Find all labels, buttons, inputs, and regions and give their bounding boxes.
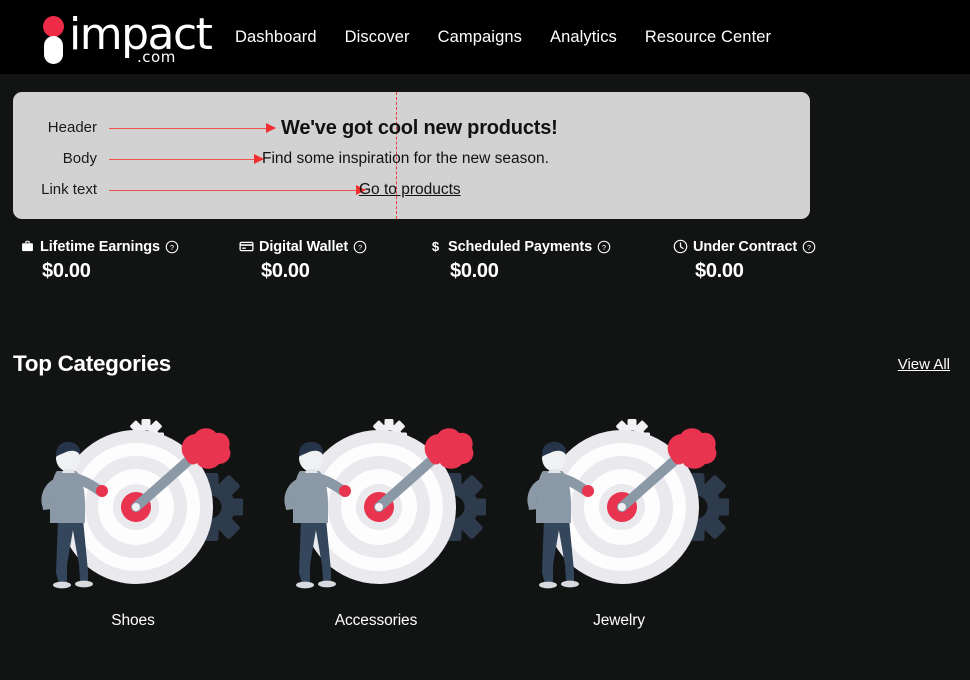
annotation-arrow-body <box>109 158 263 160</box>
target-dart-illustration <box>266 415 486 600</box>
category-card-shoes[interactable]: Shoes <box>23 415 243 645</box>
svg-text:?: ? <box>170 242 174 251</box>
top-categories-grid: Shoes <box>0 415 970 645</box>
category-card-accessories[interactable]: Accessories <box>266 415 486 645</box>
nav-item-dashboard[interactable]: Dashboard <box>235 28 317 47</box>
stat-value-digital-wallet: $0.00 <box>261 260 367 283</box>
help-circle-icon[interactable]: ? <box>802 240 816 254</box>
dollar-sign-icon: $ <box>428 239 443 254</box>
annotation-arrow-link <box>109 189 365 191</box>
nav-item-resource-center[interactable]: Resource Center <box>645 28 771 47</box>
svg-text:?: ? <box>602 242 606 251</box>
svg-text:?: ? <box>807 242 811 251</box>
category-card-jewelry[interactable]: Jewelry <box>509 415 729 645</box>
category-label-shoes: Shoes <box>23 612 243 630</box>
annotation-arrow-header <box>109 127 275 129</box>
impact-logo[interactable]: impact .com <box>22 9 197 65</box>
stat-card-lifetime-earnings: Lifetime Earnings ? $0.00 <box>20 236 179 282</box>
logo-domain-suffix: .com <box>137 49 176 65</box>
stat-card-under-contract: Under Contract ? $0.00 <box>673 236 816 282</box>
stat-value-under-contract: $0.00 <box>695 260 816 283</box>
nav-item-analytics[interactable]: Analytics <box>550 28 617 47</box>
promo-header-text: We've got cool new products! <box>281 116 558 140</box>
nav-item-campaigns[interactable]: Campaigns <box>438 28 522 47</box>
promo-annotation-panel: Header We've got cool new products! Body… <box>13 92 810 219</box>
target-dart-illustration <box>23 415 243 600</box>
stat-value-lifetime-earnings: $0.00 <box>42 260 179 283</box>
stat-name-lifetime-earnings: Lifetime Earnings <box>40 239 160 255</box>
top-categories-header: Top Categories View All <box>13 348 957 380</box>
help-circle-icon[interactable]: ? <box>597 240 611 254</box>
annotation-row-link: Link text Go to products <box>13 178 810 202</box>
annotation-label-link-text: Link text <box>13 178 97 202</box>
annotation-label-body: Body <box>13 147 97 171</box>
help-circle-icon[interactable]: ? <box>165 240 179 254</box>
logo-stem-icon <box>44 36 63 64</box>
annotation-label-header: Header <box>13 116 97 140</box>
svg-text:?: ? <box>358 242 362 251</box>
category-label-jewelry: Jewelry <box>509 612 729 630</box>
nav-item-discover[interactable]: Discover <box>345 28 410 47</box>
clock-icon <box>673 239 688 254</box>
annotation-row-header: Header We've got cool new products! <box>13 116 810 140</box>
logo-dot-icon <box>43 16 64 37</box>
target-dart-illustration <box>509 415 729 600</box>
stat-name-scheduled-payments: Scheduled Payments <box>448 239 592 255</box>
page-title: Top Categories <box>13 351 171 377</box>
promo-body-text: Find some inspiration for the new season… <box>262 147 549 171</box>
help-circle-icon[interactable]: ? <box>353 240 367 254</box>
main-navigation: Dashboard Discover Campaigns Analytics R… <box>235 28 771 47</box>
briefcase-icon <box>20 239 35 254</box>
credit-card-icon <box>239 239 254 254</box>
stat-card-scheduled-payments: $ Scheduled Payments ? $0.00 <box>428 236 611 282</box>
svg-text:$: $ <box>432 239 440 254</box>
stat-value-scheduled-payments: $0.00 <box>450 260 611 283</box>
stats-row: Lifetime Earnings ? $0.00 Digital Wallet… <box>14 236 954 282</box>
annotation-row-body: Body Find some inspiration for the new s… <box>13 147 810 171</box>
stat-card-digital-wallet: Digital Wallet ? $0.00 <box>239 236 367 282</box>
category-label-accessories: Accessories <box>266 612 486 630</box>
view-all-link[interactable]: View All <box>898 356 950 373</box>
stat-name-under-contract: Under Contract <box>693 239 797 255</box>
promo-link[interactable]: Go to products <box>359 178 461 202</box>
stat-name-digital-wallet: Digital Wallet <box>259 239 348 255</box>
top-navigation-bar: impact .com Dashboard Discover Campaigns… <box>0 0 970 74</box>
